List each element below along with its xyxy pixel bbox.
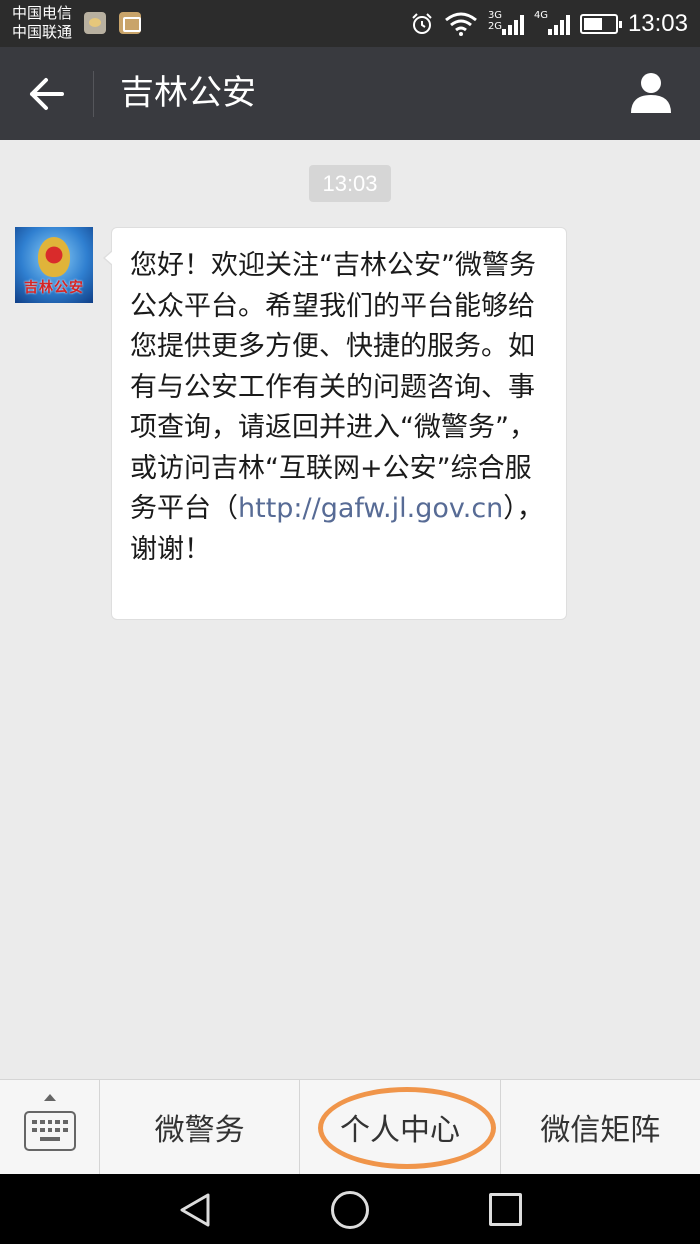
message-link[interactable]: http://gafw.jl.gov.cn xyxy=(238,493,503,524)
person-icon[interactable] xyxy=(628,69,674,115)
highlight-circle xyxy=(318,1087,497,1169)
nav-recent-apps-icon[interactable] xyxy=(489,1193,522,1226)
menu-item-personal-center[interactable]: 个人中心 xyxy=(300,1080,501,1174)
nav-home-icon[interactable] xyxy=(331,1191,369,1229)
menu-item-wei-jingwu[interactable]: 微警务 xyxy=(100,1080,301,1174)
status-time: 13:03 xyxy=(627,9,688,37)
bottom-menu-bar: 微警务 个人中心 微信矩阵 xyxy=(0,1079,700,1174)
message-text-part: 您好！欢迎关注“吉林公安”微警务公众平台。希望我们的平台能够给您提供更多方便、快… xyxy=(130,250,536,524)
message-timestamp: 13:03 xyxy=(309,165,391,202)
nav-back-icon[interactable] xyxy=(176,1191,214,1229)
avatar-label: 吉林公安 xyxy=(24,280,84,296)
carrier-1: 中国电信 xyxy=(12,4,73,22)
carrier-2: 中国联通 xyxy=(12,23,73,41)
page-title: 吉林公安 xyxy=(120,73,256,113)
carrier-info: 中国电信 中国联通 xyxy=(12,4,72,42)
status-bar: 中国电信 中国联通 3G 2G 4G 13:03 xyxy=(0,0,700,47)
message-text: 您好！欢迎关注“吉林公安”微警务公众平台。希望我们的平台能够给您提供更多方便、快… xyxy=(130,246,552,570)
network-label-3g: 3G xyxy=(487,9,503,21)
police-emblem-icon xyxy=(38,237,70,277)
menu-label: 微信矩阵 xyxy=(540,1113,661,1148)
system-nav-bar xyxy=(0,1174,700,1244)
caret-up-icon xyxy=(44,1094,56,1101)
signal-4g-icon: 4G xyxy=(533,9,570,35)
keyboard-icon xyxy=(24,1111,76,1151)
app-bar-divider xyxy=(93,71,94,117)
arrow-left-icon[interactable] xyxy=(22,71,70,117)
notification-app-icon xyxy=(84,12,106,34)
message-bubble[interactable]: 您好！欢迎关注“吉林公安”微警务公众平台。希望我们的平台能够给您提供更多方便、快… xyxy=(103,227,567,620)
menu-label: 微警务 xyxy=(154,1113,245,1148)
menu-item-wechat-matrix[interactable]: 微信矩阵 xyxy=(501,1080,700,1174)
signal-3g-2g-icon: 3G 2G xyxy=(487,9,524,35)
network-label-4g: 4G xyxy=(533,9,549,21)
keyboard-toggle-button[interactable] xyxy=(0,1080,100,1174)
status-icons: 3G 2G 4G 13:03 xyxy=(410,0,688,47)
battery-icon xyxy=(579,13,622,34)
alarm-icon xyxy=(412,12,432,34)
gallery-notification-icon xyxy=(119,12,141,34)
wifi-icon xyxy=(445,12,477,36)
app-bar: 吉林公安 xyxy=(0,47,700,140)
avatar[interactable]: 吉林公安 xyxy=(15,227,93,303)
network-label-2g: 2G xyxy=(487,20,503,32)
